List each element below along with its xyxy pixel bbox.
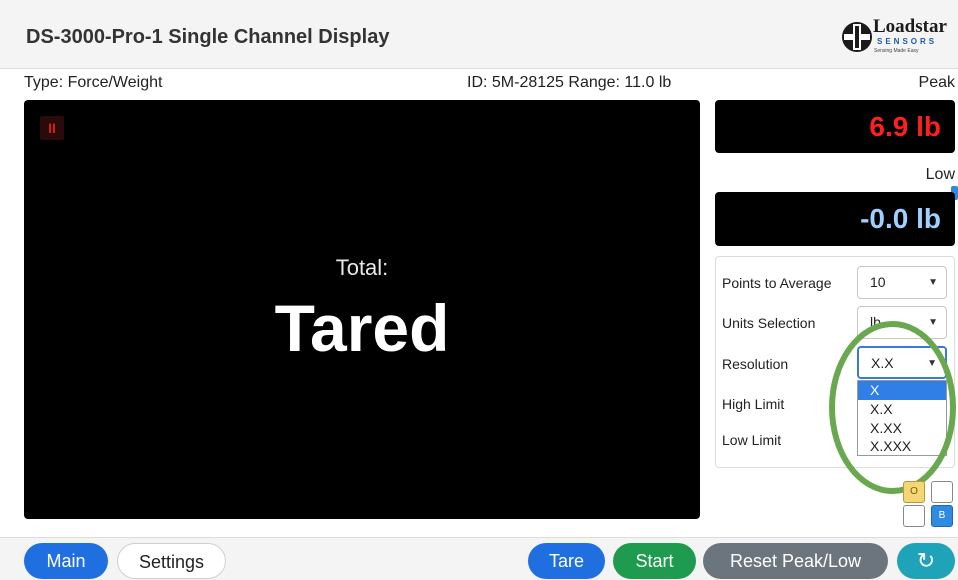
low-limit-label: Low Limit bbox=[722, 432, 782, 448]
page-title: DS-3000-Pro-1 Single Channel Display bbox=[26, 26, 390, 48]
mini-toggle-b[interactable]: B bbox=[931, 505, 953, 527]
points-to-average-value: 10 bbox=[870, 274, 886, 290]
reset-peak-low-button[interactable]: Reset Peak/Low bbox=[703, 543, 888, 579]
main-button[interactable]: Main bbox=[24, 543, 108, 579]
logo-sensors-text: SENSORS bbox=[877, 37, 938, 46]
total-label: Total: bbox=[335, 255, 389, 280]
logo-wordmark: Loadstar bbox=[873, 16, 947, 37]
tare-button[interactable]: Tare bbox=[528, 543, 605, 579]
peak-label: Peak bbox=[918, 74, 955, 91]
refresh-icon: ↻ bbox=[916, 548, 936, 573]
resolution-label: Resolution bbox=[722, 356, 789, 372]
total-value: Tared bbox=[274, 291, 450, 365]
low-readout: -0.0 lb bbox=[715, 192, 955, 246]
start-button[interactable]: Start bbox=[613, 543, 696, 579]
logo-tagline: Sensing Made Easy bbox=[874, 48, 919, 54]
high-limit-label: High Limit bbox=[722, 396, 785, 412]
units-selection-label: Units Selection bbox=[722, 315, 816, 331]
mini-toggle-o[interactable]: O bbox=[903, 481, 925, 503]
peak-readout: 6.9 lb bbox=[715, 100, 955, 153]
points-to-average-label: Points to Average bbox=[722, 275, 832, 291]
pause-button[interactable]: II bbox=[40, 116, 64, 140]
sensor-type: Type: Force/Weight bbox=[24, 74, 163, 91]
mini-toggle-blank[interactable] bbox=[903, 505, 925, 527]
chevron-down-icon: ▼ bbox=[928, 317, 938, 328]
sensor-id-range: ID: 5M-28125 Range: 11.0 lb bbox=[467, 74, 672, 91]
settings-button[interactable]: Settings bbox=[117, 543, 226, 579]
points-to-average-select[interactable]: 10 ▼ bbox=[857, 266, 947, 299]
highlight-circle-annotation bbox=[829, 321, 956, 494]
chevron-down-icon: ▼ bbox=[928, 277, 938, 288]
refresh-button[interactable]: ↻ bbox=[897, 543, 955, 579]
low-label: Low bbox=[925, 166, 955, 183]
mini-toggle-blank[interactable] bbox=[931, 481, 953, 503]
